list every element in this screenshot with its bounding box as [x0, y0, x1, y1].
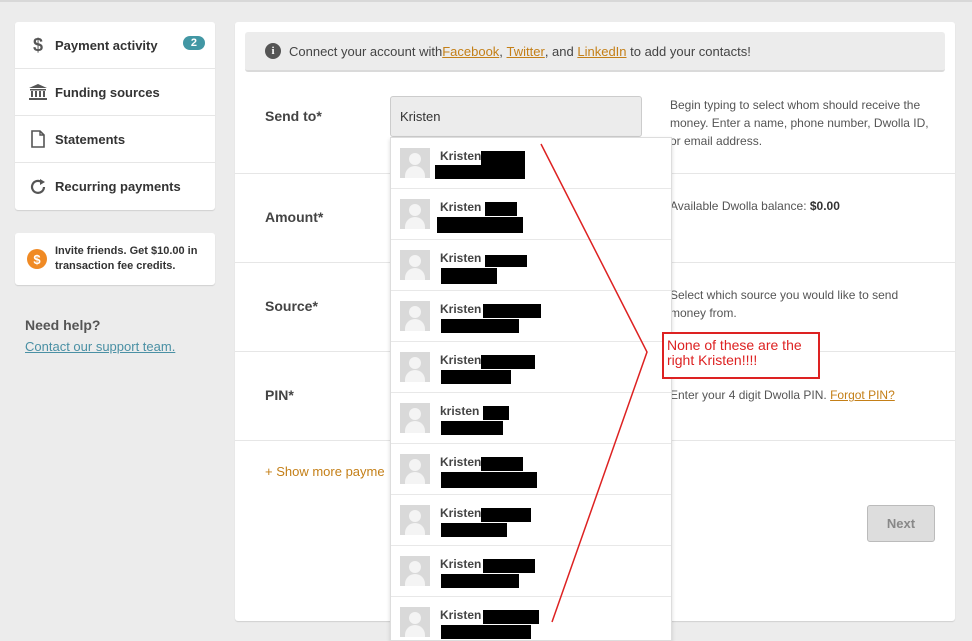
- contact-support-link[interactable]: Contact our support team.: [25, 339, 175, 354]
- sidebar-item-label: Recurring payments: [55, 179, 181, 194]
- avatar-placeholder-icon: [400, 250, 430, 280]
- notice-prefix: Connect your account with: [289, 43, 443, 59]
- info-icon: i: [265, 43, 281, 59]
- sidebar-item-label: Payment activity: [55, 37, 158, 53]
- suggestion-name: Kristen: [440, 608, 482, 622]
- redaction-mark: [441, 625, 531, 639]
- avatar-placeholder-icon: [400, 403, 430, 433]
- redaction-mark: [481, 151, 525, 165]
- top-border: [0, 0, 972, 2]
- bank-icon: [28, 82, 48, 102]
- redaction-mark: [481, 355, 535, 369]
- notification-badge: 2: [182, 36, 205, 50]
- suggestion-item[interactable]: Kristen: [391, 444, 671, 495]
- send-to-hint: Begin typing to select whom should recei…: [670, 98, 929, 148]
- help-title: Need help?: [25, 317, 101, 333]
- redaction-mark: [483, 559, 535, 573]
- suggestion-item[interactable]: kristen: [391, 393, 671, 444]
- sidebar-item-payment-activity[interactable]: $ Payment activity 2: [15, 22, 215, 69]
- suggestion-name: Kristen: [440, 506, 482, 520]
- pin-hint: Enter your 4 digit Dwolla PIN.: [670, 388, 831, 402]
- suggestion-name: Kristen: [440, 251, 482, 265]
- redaction-mark: [481, 508, 531, 522]
- coin-icon: $: [27, 249, 47, 269]
- redaction-mark: [483, 406, 509, 420]
- refresh-icon: [28, 177, 48, 197]
- suggestion-name: Kristen: [440, 200, 482, 214]
- send-to-label: Send to*: [265, 108, 322, 124]
- source-hint: Select which source you would like to se…: [670, 288, 899, 320]
- suggestion-name: Kristen: [440, 302, 482, 316]
- suggestion-name: Kristen: [440, 149, 482, 163]
- redaction-mark: [441, 319, 519, 333]
- dollar-icon: $: [28, 35, 48, 55]
- sidebar-nav: $ Payment activity 2 Funding sources Sta…: [15, 22, 215, 210]
- redaction-mark: [435, 165, 525, 179]
- suggestion-item[interactable]: Kristen: [391, 342, 671, 393]
- suggestion-item[interactable]: Kristen: [391, 495, 671, 546]
- avatar-placeholder-icon: [400, 505, 430, 535]
- avatar-placeholder-icon: [400, 607, 430, 637]
- redaction-mark: [483, 610, 539, 624]
- connect-notice: i Connect your account with Facebook , T…: [245, 32, 945, 72]
- notice-suffix: to add your contacts!: [626, 43, 751, 59]
- suggestion-name: Kristen: [440, 557, 482, 571]
- linkedin-link[interactable]: LinkedIn: [577, 44, 626, 59]
- redaction-mark: [481, 457, 523, 471]
- svg-text:$: $: [33, 35, 43, 55]
- invite-text: Invite friends. Get $10.00 in transactio…: [55, 245, 198, 272]
- forgot-pin-link[interactable]: Forgot PIN?: [830, 388, 895, 402]
- annotation-callout: None of these are the right Kristen!!!!: [662, 332, 820, 379]
- suggestion-name: Kristen: [440, 455, 482, 469]
- balance-info: Available Dwolla balance: $0.00: [670, 197, 935, 215]
- sidebar-item-label: Statements: [55, 131, 126, 147]
- suggestion-item[interactable]: Kristen: [391, 546, 671, 597]
- suggestion-item[interactable]: Kristen: [391, 189, 671, 240]
- redaction-mark: [483, 304, 541, 318]
- redaction-mark: [441, 472, 537, 488]
- redaction-mark: [485, 255, 527, 267]
- suggestion-name: Kristen: [440, 353, 482, 367]
- avatar-placeholder-icon: [400, 556, 430, 586]
- suggestion-name: kristen: [440, 404, 480, 418]
- next-button[interactable]: Next: [867, 505, 935, 542]
- redaction-mark: [437, 217, 523, 233]
- invite-friends-banner[interactable]: $ Invite friends. Get $10.00 in transact…: [15, 233, 215, 285]
- redaction-mark: [485, 202, 517, 216]
- suggestion-item[interactable]: Kristen: [391, 597, 671, 640]
- redaction-mark: [441, 268, 497, 284]
- avatar-placeholder-icon: [400, 301, 430, 331]
- sidebar-item-statements[interactable]: Statements: [15, 116, 215, 163]
- twitter-link[interactable]: Twitter: [507, 44, 545, 59]
- send-to-input[interactable]: [390, 96, 642, 137]
- pin-info: Enter your 4 digit Dwolla PIN. Forgot PI…: [670, 386, 935, 404]
- redaction-mark: [441, 421, 503, 435]
- redaction-mark: [441, 523, 507, 537]
- avatar-placeholder-icon: [400, 199, 430, 229]
- sidebar-item-recurring-payments[interactable]: Recurring payments: [15, 163, 215, 210]
- avatar-placeholder-icon: [400, 352, 430, 382]
- balance-value: $0.00: [809, 199, 840, 213]
- balance-label: Available Dwolla balance:: [670, 199, 810, 213]
- avatar-placeholder-icon: [400, 148, 430, 178]
- document-icon: [28, 129, 48, 149]
- facebook-link[interactable]: Facebook: [442, 44, 499, 59]
- suggestion-item[interactable]: Kristen: [391, 138, 671, 189]
- pin-label: PIN*: [265, 387, 294, 403]
- show-more-payment-options[interactable]: + Show more payme: [265, 464, 385, 479]
- suggestion-item[interactable]: Kristen: [391, 240, 671, 291]
- redaction-mark: [441, 574, 519, 588]
- source-label: Source*: [265, 298, 318, 314]
- avatar-placeholder-icon: [400, 454, 430, 484]
- amount-label: Amount*: [265, 209, 324, 225]
- notice-and: , and: [544, 43, 578, 59]
- sidebar-item-label: Funding sources: [55, 84, 160, 100]
- redaction-mark: [441, 370, 511, 384]
- notice-comma: ,: [499, 43, 507, 59]
- recipient-suggestions: Kristen Kristen Kristen Kristen Kristen …: [390, 137, 672, 641]
- sidebar-item-funding-sources[interactable]: Funding sources: [15, 69, 215, 116]
- suggestion-item[interactable]: Kristen: [391, 291, 671, 342]
